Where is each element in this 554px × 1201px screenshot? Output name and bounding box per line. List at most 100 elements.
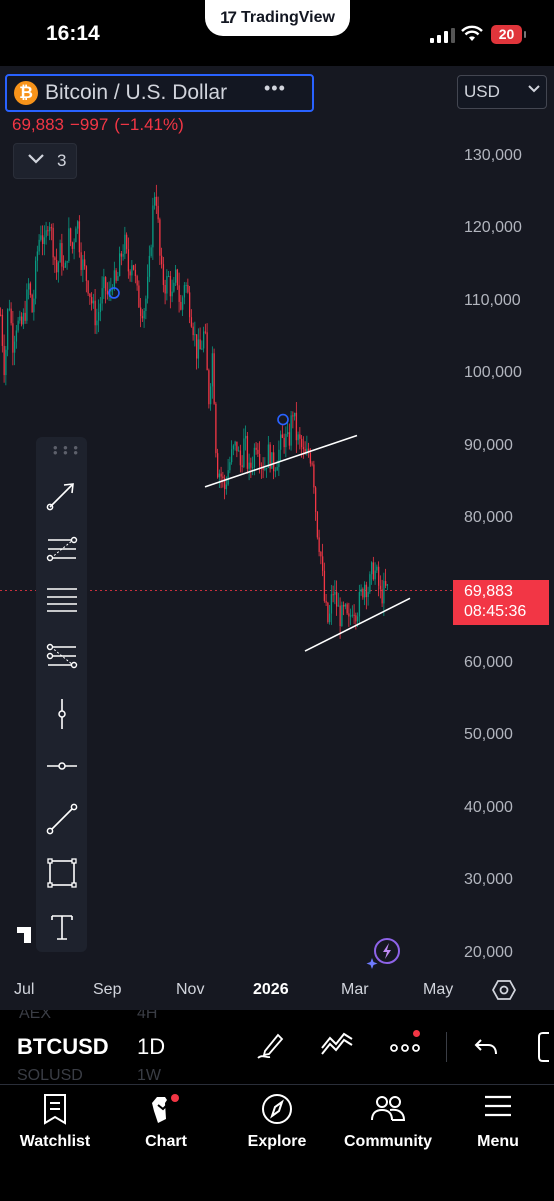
nav-community[interactable]: Community [333,1085,443,1165]
candle-body [351,614,354,616]
settings-icon[interactable] [492,979,516,1001]
nav-explore[interactable]: Explore [222,1085,332,1165]
candle-body [311,463,313,465]
bottom-navigation: Watchlist Chart Explore Community Menu [0,1084,554,1201]
candle-body [155,196,158,206]
horizontal-line-icon[interactable] [42,746,81,786]
rectangle-icon[interactable] [42,853,81,893]
parallel-channel-icon[interactable] [42,580,81,620]
candle-body [320,551,322,557]
price-axis-label: 80,000 [464,509,513,526]
candle-body [150,247,152,256]
bar-countdown: 08:45:36 [464,603,527,620]
candle-body [288,432,291,446]
fullscreen-icon[interactable] [537,1030,554,1064]
price-axis-label: 100,000 [464,364,522,381]
nav-menu[interactable]: Menu [443,1085,553,1165]
drag-handle-icon[interactable]: • • • • • • [53,441,79,459]
candle-body [59,243,61,263]
candle-body [136,276,138,286]
candle-body [49,227,51,232]
candle-body [173,282,175,292]
candle-body [187,285,189,293]
trend-line-icon[interactable] [42,799,81,839]
candle-body [105,277,107,291]
chart-icon [152,1094,179,1123]
ai-assistant-icon[interactable] [366,936,404,970]
time-axis-label: 2026 [253,981,289,998]
time-axis[interactable]: Jul Sep Nov 2026 Mar May [0,970,554,1010]
symbol-picker[interactable]: BTCUSD [17,1034,109,1060]
candle-body [8,308,11,310]
watchlist-icon [44,1094,66,1125]
ghost-interval-above: 4H [137,1010,158,1022]
candle-body [21,316,23,325]
candle-body [129,271,131,276]
candle-body [75,228,77,243]
candle-body [98,312,100,321]
candle-body [281,434,284,438]
candle-body [334,591,336,595]
currency-select[interactable]: USD [457,75,547,109]
candle-body [379,585,382,590]
candle-body [364,584,366,598]
candle-body [12,323,14,353]
price-axis-label: 30,000 [464,871,513,888]
candle-body [365,584,368,598]
candle-body [336,591,338,607]
drawing-toolbar[interactable]: • • • • • • [36,437,87,952]
candle-body [31,294,33,313]
indicators-icon[interactable] [320,1030,354,1060]
nav-watchlist[interactable]: Watchlist [0,1085,110,1165]
nav-chart[interactable]: Chart [111,1085,221,1165]
candle-body [341,605,343,627]
nav-watchlist-label: Watchlist [19,1133,91,1150]
undo-icon[interactable] [473,1030,499,1060]
candle-body [381,589,383,604]
notification-dot [413,1030,420,1037]
candle-body [168,275,170,277]
drawing-pen-icon[interactable] [256,1030,286,1060]
candle-body [103,277,105,289]
candle-body [309,452,312,464]
ghost-symbol-below: SOLUSD [17,1067,83,1084]
text-tool-icon[interactable] [42,907,81,947]
vertical-line-icon[interactable] [42,694,81,734]
candle-body [322,556,324,571]
trend-line-arrow-icon[interactable] [42,475,81,515]
candle-body [227,470,229,485]
nav-chart-label: Chart [145,1133,187,1150]
candle-body [40,235,42,240]
time-axis-label: May [423,981,454,998]
candle-body [154,196,156,206]
candle-body [131,265,133,276]
candle-body [259,453,261,466]
candle-body [241,465,243,467]
candle-body [190,317,193,327]
symbol-selector[interactable]: ₿ Bitcoin / U.S. Dollar ••• [5,74,314,112]
wifi-icon [461,25,483,41]
candle-body [113,270,116,289]
candle-body [126,234,128,250]
candle-body [273,452,275,472]
interval-picker[interactable]: 1D [137,1034,165,1060]
candle-body [266,467,268,469]
cellular-signal-icon [430,28,455,43]
candle-body [301,438,303,448]
candle-body [283,437,285,448]
candle-body [92,300,95,304]
fib-extension-icon[interactable] [42,636,81,676]
candle-body [206,332,208,371]
current-price-value: 69,883 [464,583,513,600]
candle-body [29,283,32,295]
app-pill[interactable]: 17 TradingView [205,0,350,36]
more-icon[interactable]: ••• [264,78,286,99]
candle-body [26,289,28,321]
candle-body [91,297,93,304]
fib-retracement-icon[interactable] [42,529,81,569]
community-icon [371,1096,406,1121]
candle-body [176,269,179,286]
candle-body [124,234,126,254]
time-axis-label: Mar [341,981,369,998]
candle-body [238,450,240,452]
